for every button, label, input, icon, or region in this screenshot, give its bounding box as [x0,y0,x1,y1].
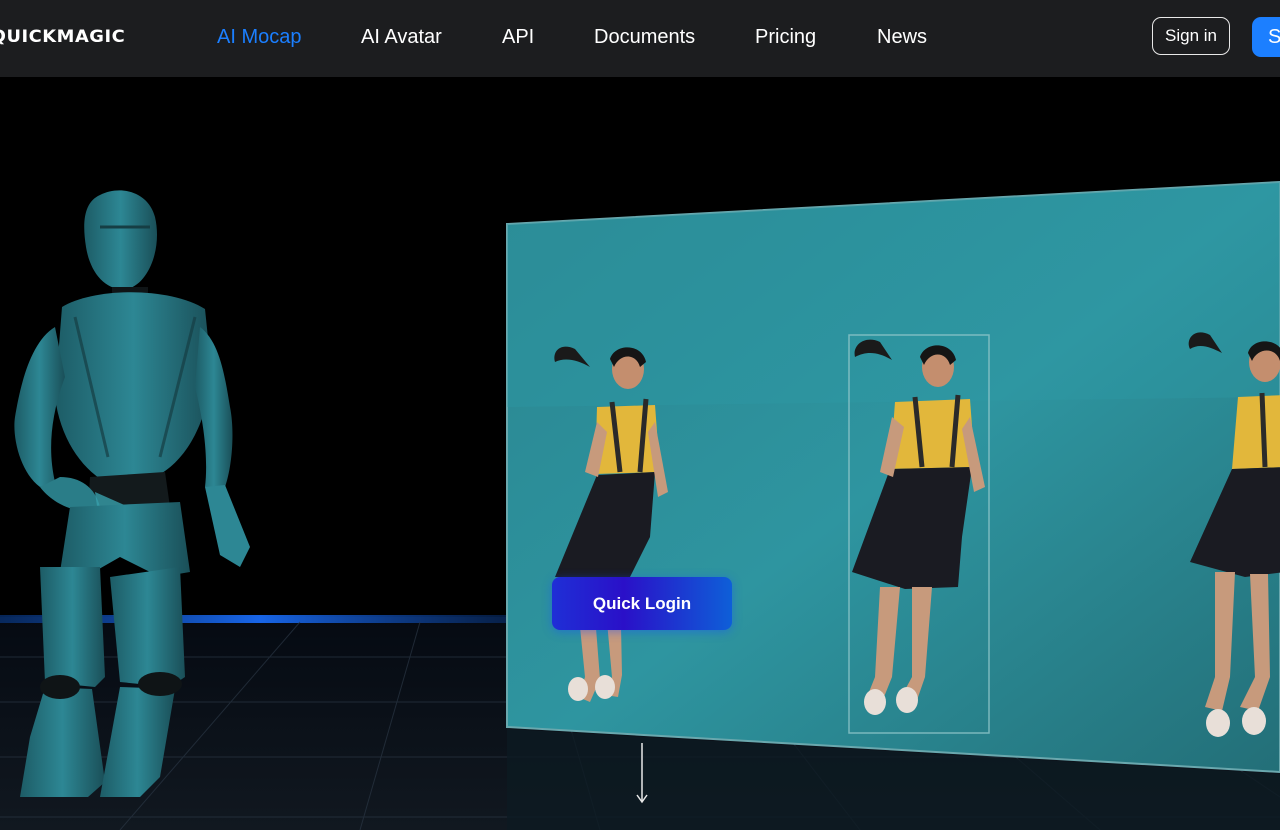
sign-up-button[interactable]: S [1252,17,1280,57]
nav-ai-avatar[interactable]: AI Avatar [361,24,442,50]
page: QUICKMAGIC AI Mocap AI Avatar API Docume… [0,0,1280,830]
nav-api[interactable]: API [502,24,534,50]
nav-ai-mocap[interactable]: AI Mocap [217,24,301,50]
nav-news[interactable]: News [877,24,927,50]
nav-documents[interactable]: Documents [594,24,695,50]
hero-scene-illustration [0,180,1280,830]
arrow-down-icon[interactable] [634,741,650,807]
hero-section: Quick Login [0,77,1280,830]
quick-login-button[interactable]: Quick Login [552,577,732,630]
top-navigation-bar: QUICKMAGIC AI Mocap AI Avatar API Docume… [0,0,1280,77]
sign-in-button[interactable]: Sign in [1152,17,1230,55]
quickmagic-logo[interactable]: QUICKMAGIC [0,26,125,48]
nav-pricing[interactable]: Pricing [755,24,816,50]
